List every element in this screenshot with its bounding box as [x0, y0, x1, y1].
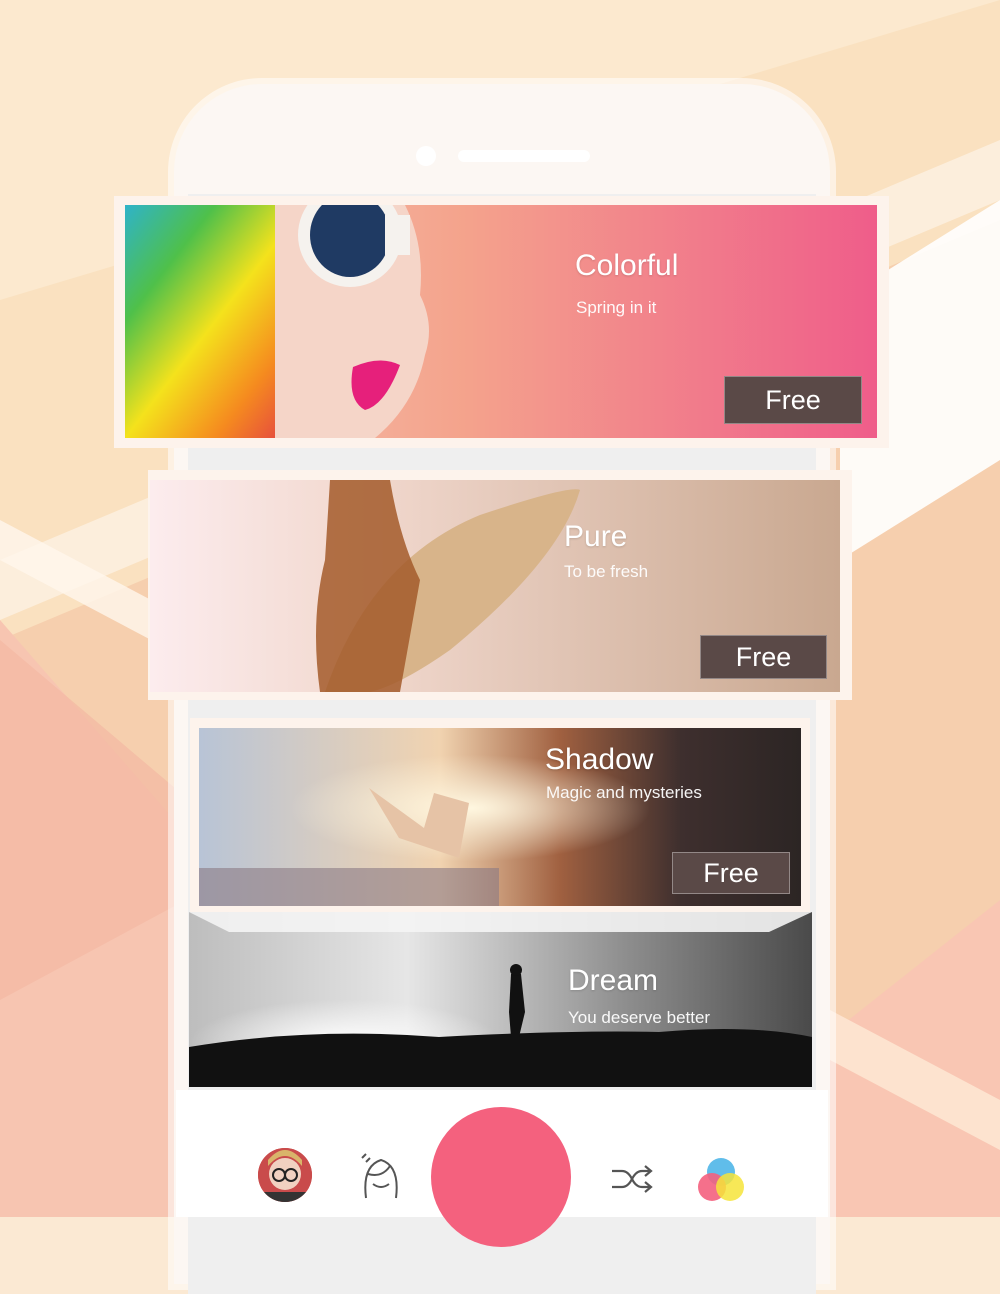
filter-card-pure[interactable]: Pure To be fresh Free [150, 480, 840, 692]
free-button[interactable]: Free [700, 635, 827, 679]
card-title: Dream [568, 964, 659, 997]
avatar-image [258, 1148, 312, 1202]
card-subtitle: Magic and mysteries [546, 783, 702, 802]
filters-glyph [698, 1158, 744, 1201]
filter-card-colorful[interactable]: Colorful Spring in it Free [125, 205, 877, 438]
card-subtitle: To be fresh [564, 562, 649, 581]
card-title: Shadow [545, 743, 654, 776]
face-glyph [361, 1153, 398, 1199]
camera-dot [416, 146, 436, 166]
shuffle-glyph [612, 1165, 653, 1193]
filters-icon[interactable] [696, 1156, 746, 1204]
speaker-slot [458, 150, 590, 162]
card-subtitle: Spring in it [576, 298, 657, 317]
shutter-button[interactable] [431, 1107, 571, 1247]
free-button[interactable]: Free [724, 376, 862, 424]
shuffle-icon[interactable] [610, 1164, 654, 1194]
dream-photo [189, 912, 812, 1087]
card-subtitle: You deserve better [568, 1008, 711, 1027]
profile-avatar[interactable] [258, 1148, 312, 1202]
filter-card-shadow[interactable]: Shadow Magic and mysteries Free [199, 728, 801, 906]
filter-card-dream[interactable]: Dream You deserve better [189, 912, 812, 1087]
card-title: Colorful [575, 249, 679, 282]
face-icon[interactable] [358, 1152, 404, 1202]
card-title: Pure [564, 520, 628, 553]
free-button[interactable]: Free [672, 852, 790, 894]
